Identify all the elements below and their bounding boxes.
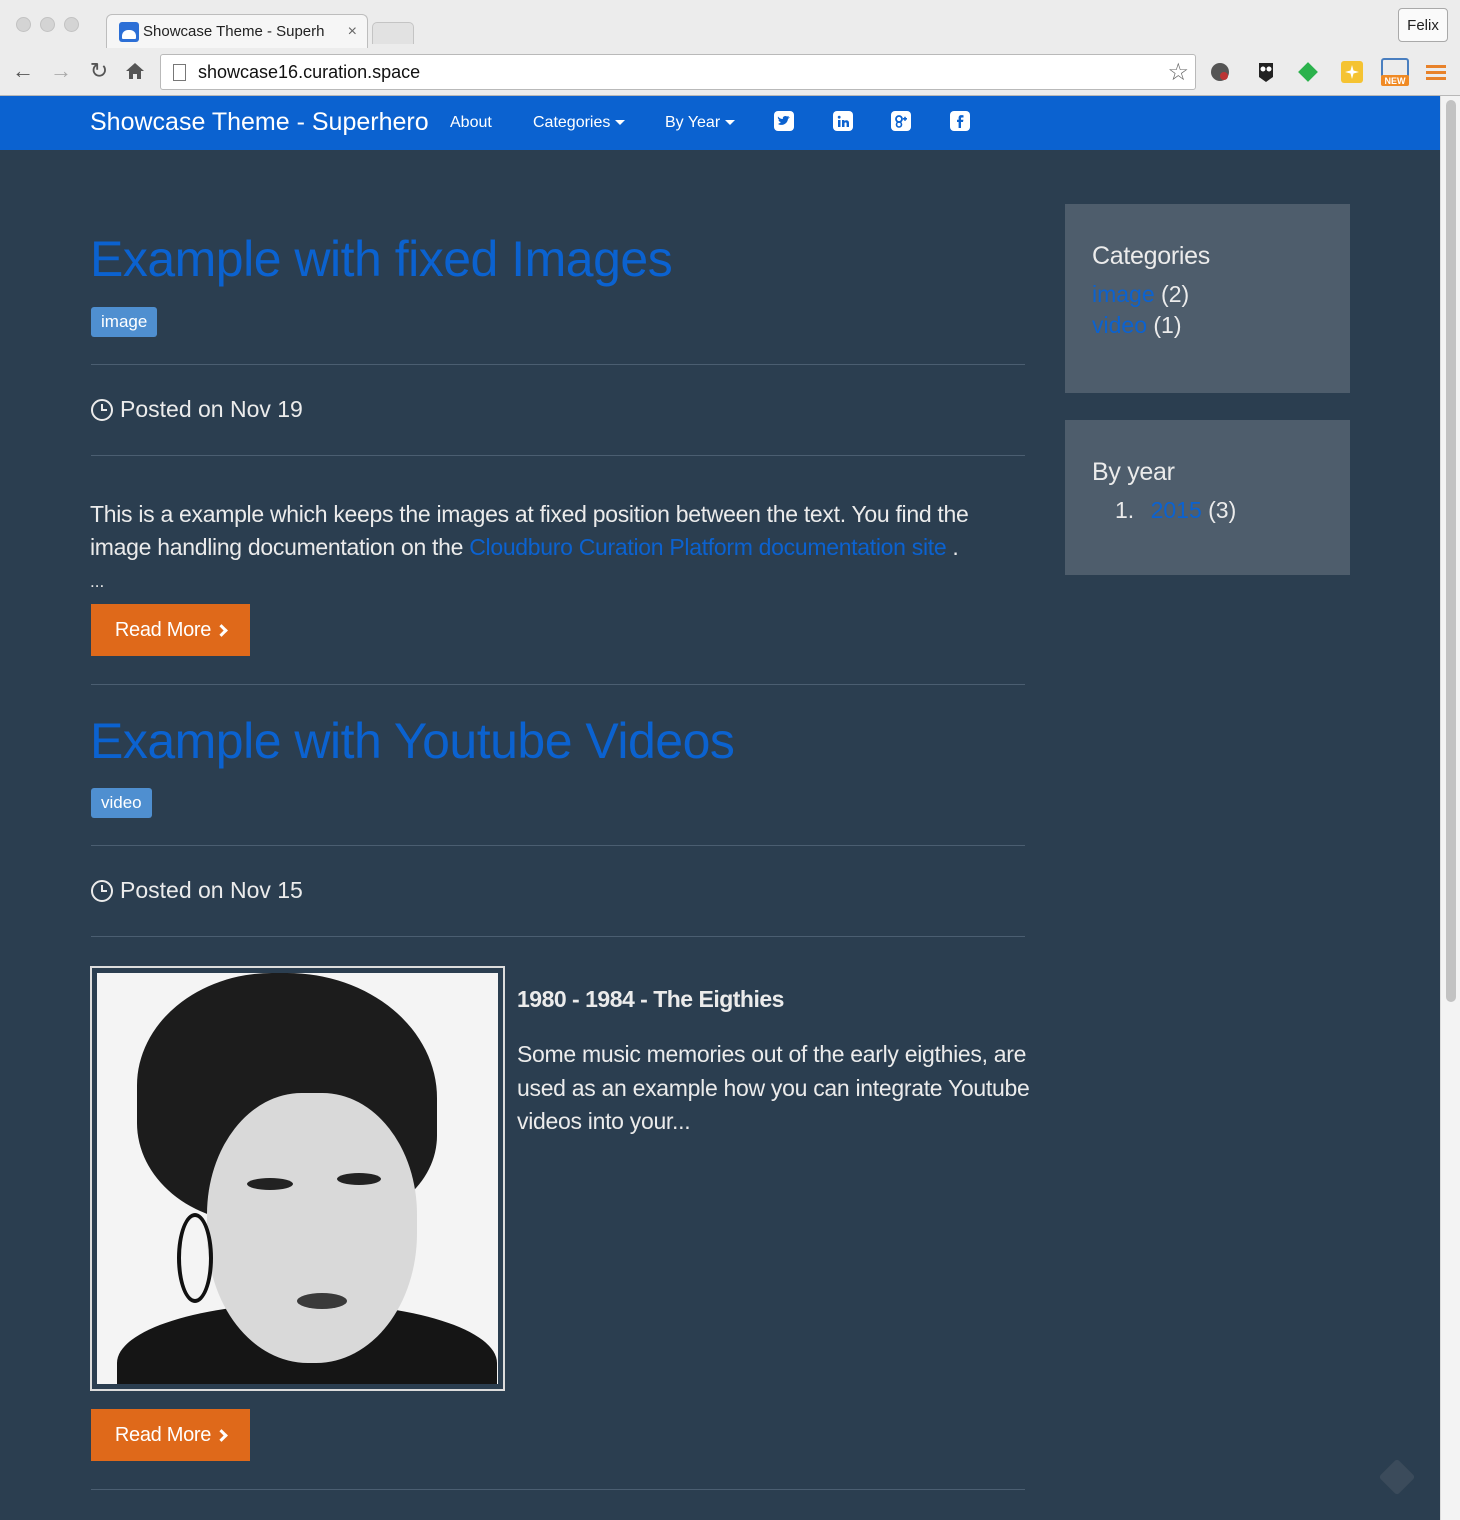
url-text[interactable]: showcase16.curation.space (198, 62, 1167, 83)
twitter-icon[interactable] (774, 111, 794, 131)
year-link-2015[interactable]: 2015 (1151, 497, 1202, 523)
chevron-right-icon (215, 624, 228, 637)
star-extension-icon[interactable] (1338, 58, 1366, 86)
owl-extension-icon[interactable] (1252, 58, 1280, 86)
read-more-label: Read More (114, 618, 212, 641)
new-tab-button[interactable] (372, 22, 414, 44)
post-date: Posted on Nov 15 (91, 877, 303, 904)
browser-chrome: Showcase Theme - Superh × Felix ← → ↻ sh… (0, 0, 1460, 96)
chevron-right-icon (215, 1429, 228, 1442)
category-count: (1) (1153, 312, 1182, 338)
post-date: Posted on Nov 19 (91, 396, 303, 423)
page-icon (173, 63, 186, 81)
post-date-text: Posted on Nov 15 (120, 877, 303, 903)
divider (91, 936, 1025, 937)
clock-icon (91, 398, 113, 421)
divider (91, 845, 1025, 846)
caret-down-icon (615, 120, 626, 126)
evernote-extension-icon[interactable] (1206, 58, 1234, 86)
nav-by-year-label: By Year (665, 114, 721, 131)
site-brand-link[interactable]: Showcase Theme - Superhero (90, 108, 429, 137)
feedly-extension-icon[interactable] (1294, 58, 1322, 86)
address-bar[interactable]: showcase16.curation.space ☆ (160, 54, 1196, 90)
post-title-link[interactable]: Example with Youtube Videos (90, 712, 735, 770)
facebook-icon[interactable] (950, 111, 970, 131)
feedly-float-icon[interactable] (1378, 1458, 1416, 1496)
browser-tab[interactable]: Showcase Theme - Superh × (106, 14, 368, 48)
by-year-panel: By year 1. 2015 (3) (1065, 420, 1350, 575)
photo-face (207, 1093, 417, 1363)
svg-text:NEW: NEW (1385, 76, 1407, 86)
minimize-window-button[interactable] (40, 17, 55, 32)
divider (91, 455, 1025, 456)
excerpt-ellipsis: ... (90, 572, 105, 591)
caret-down-icon (725, 120, 736, 126)
read-more-button[interactable]: Read More (91, 604, 250, 656)
post-excerpt: Some music memories out of the early eig… (517, 1041, 1030, 1134)
nav-dropdown-categories[interactable]: Categories (533, 114, 626, 132)
divider (91, 1489, 1025, 1490)
bookmark-star-icon[interactable]: ☆ (1167, 58, 1189, 87)
zoom-window-button[interactable] (64, 17, 79, 32)
new-extension-icon[interactable]: NEW (1378, 58, 1412, 86)
post-date-text: Posted on Nov 19 (120, 396, 303, 422)
by-year-title: By year (1092, 458, 1175, 486)
window-controls (16, 17, 79, 32)
scrollbar-thumb[interactable] (1446, 100, 1456, 1002)
clock-icon (91, 879, 113, 902)
read-more-button[interactable]: Read More (91, 1409, 250, 1461)
post-subheading: 1980 - 1984 - The Eigthies (517, 986, 784, 1012)
portrait-photo (97, 973, 498, 1384)
post-title-link[interactable]: Example with fixed Images (90, 230, 673, 288)
list-number: 1. (1115, 497, 1135, 523)
forward-arrow-icon[interactable]: → (46, 56, 76, 86)
category-count: (2) (1161, 281, 1190, 307)
back-arrow-icon[interactable]: ← (8, 56, 38, 86)
tag-label-video[interactable]: video (91, 788, 152, 818)
year-row: 1. 2015 (3) (1092, 497, 1323, 524)
category-row: image (2) (1092, 281, 1323, 308)
read-more-label: Read More (114, 1423, 212, 1446)
tag-label-image[interactable]: image (91, 307, 158, 337)
categories-title: Categories (1092, 242, 1210, 270)
photo-earring (177, 1213, 213, 1303)
category-row: video (1) (1092, 312, 1323, 339)
menu-hamburger-icon[interactable] (1422, 58, 1450, 86)
nav-categories-label: Categories (533, 114, 611, 131)
photo-lips (297, 1293, 347, 1309)
nav-dropdown-by-year[interactable]: By Year (665, 114, 736, 132)
post-thumbnail[interactable] (90, 966, 505, 1391)
tab-title: Showcase Theme - Superh (143, 23, 325, 40)
close-window-button[interactable] (16, 17, 31, 32)
photo-eye (247, 1178, 293, 1190)
browser-toolbar: ← → ↻ showcase16.curation.space ☆ NEW (0, 52, 1460, 92)
tab-close-icon[interactable]: × (348, 23, 357, 41)
page-scrollbar[interactable] (1440, 96, 1460, 1520)
nav-link-about[interactable]: About (450, 114, 492, 132)
cloud-favicon-icon (119, 21, 139, 42)
excerpt-end: . (946, 534, 959, 560)
year-count: (3) (1208, 497, 1237, 523)
category-link-image[interactable]: image (1092, 281, 1155, 307)
post-excerpt: This is a example which keeps the images… (90, 498, 1010, 564)
home-icon[interactable] (120, 56, 150, 86)
reload-icon[interactable]: ↻ (84, 56, 114, 86)
category-link-video[interactable]: video (1092, 312, 1147, 338)
linkedin-icon[interactable] (833, 111, 853, 131)
divider (91, 684, 1025, 685)
site-navbar: Showcase Theme - Superhero About Categor… (0, 96, 1440, 150)
photo-eye (337, 1173, 381, 1185)
google-plus-icon[interactable] (891, 111, 911, 131)
profile-button[interactable]: Felix (1398, 8, 1448, 42)
documentation-link[interactable]: Cloudburo Curation Platform documentatio… (469, 534, 946, 560)
divider (91, 364, 1025, 365)
categories-panel: Categories image (2) video (1) (1065, 204, 1350, 393)
